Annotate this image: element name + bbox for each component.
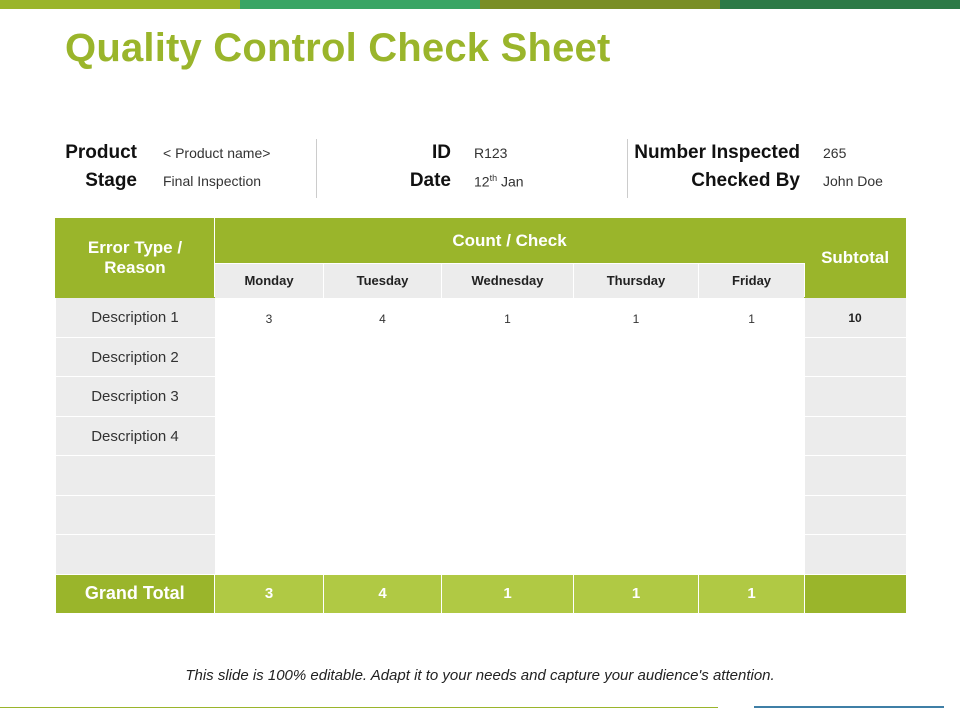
row-description: Description 2 (55, 337, 215, 377)
row-value (214, 534, 324, 575)
row-value (323, 376, 442, 417)
subtotal-header: Subtotal (804, 218, 907, 298)
row-value (698, 534, 805, 575)
table-row: Description 1 3 4 1 1 1 10 (55, 297, 906, 338)
row-value (214, 337, 324, 377)
grand-total-value: 1 (573, 574, 699, 613)
grand-total-value: 1 (441, 574, 574, 613)
date-label: Date (409, 170, 451, 191)
topbar-segment-3 (480, 0, 720, 9)
product-value: < Product name> (163, 145, 271, 161)
date-day: 12 (474, 173, 490, 190)
row-value: 1 (441, 297, 574, 338)
checked-by-value: John Doe (823, 173, 883, 189)
number-inspected-label: Number Inspected (634, 142, 800, 163)
table-row (55, 495, 906, 535)
product-label: Product (65, 142, 137, 163)
row-subtotal: 10 (804, 297, 906, 338)
row-value (441, 455, 574, 496)
row-subtotal (804, 534, 906, 575)
date-suffix: th (489, 173, 498, 183)
day-header-monday: Monday (214, 263, 324, 298)
table-row: Description 2 (55, 337, 906, 377)
row-value (441, 337, 574, 377)
row-description: Description 4 (55, 416, 215, 456)
date-month: Jan (497, 173, 524, 190)
stage-label: Stage (85, 170, 137, 191)
row-subtotal (804, 495, 906, 535)
grand-total-subtotal (804, 574, 906, 613)
row-subtotal (804, 337, 906, 377)
grand-total-value: 3 (214, 574, 324, 613)
row-value (323, 534, 442, 575)
row-subtotal (804, 376, 906, 417)
row-value: 1 (573, 297, 699, 338)
grand-total-value: 1 (697, 574, 805, 613)
table-row (55, 534, 906, 575)
check-sheet-table: Error Type / Reason Count / Check Subtot… (55, 218, 907, 613)
id-label: ID (432, 142, 451, 163)
row-value (323, 416, 442, 456)
info-separator-2 (627, 139, 628, 198)
row-value (323, 495, 442, 535)
table-row: Description 3 (55, 376, 906, 417)
row-description (55, 534, 215, 575)
number-inspected-value: 265 (823, 145, 847, 161)
checked-by-label: Checked By (691, 170, 800, 191)
row-value (573, 416, 699, 456)
row-value (214, 455, 324, 496)
day-header-thursday: Thursday (573, 263, 699, 298)
topbar-segment-1 (0, 0, 240, 9)
footer-note: This slide is 100% editable. Adapt it to… (185, 667, 775, 684)
topbar-segment-4 (720, 0, 960, 9)
row-value (698, 376, 805, 417)
row-value (323, 455, 442, 496)
topbar-segment-2 (240, 0, 480, 9)
table-row (55, 455, 906, 496)
row-value (573, 337, 699, 377)
row-value (441, 534, 574, 575)
day-header-tuesday: Tuesday (323, 263, 442, 298)
row-value (214, 416, 324, 456)
row-value (214, 376, 324, 417)
info-separator-1 (316, 139, 317, 198)
row-value (698, 495, 805, 535)
page-title: Quality Control Check Sheet (65, 26, 611, 70)
row-value: 4 (323, 297, 442, 338)
row-value (441, 376, 574, 417)
row-description (55, 455, 215, 496)
grand-total-label: Grand Total (55, 574, 215, 613)
row-subtotal (804, 416, 906, 456)
row-value: 3 (214, 297, 324, 338)
row-value (573, 534, 699, 575)
row-value (698, 416, 805, 456)
bottom-rule-accent (754, 706, 944, 708)
row-value (573, 495, 699, 535)
grand-total-row: Grand Total 3 4 1 1 1 (55, 574, 906, 613)
row-value (573, 455, 699, 496)
row-value (323, 337, 442, 377)
stage-value: Final Inspection (163, 173, 262, 189)
row-description: Description 3 (55, 376, 215, 417)
row-description: Description 1 (55, 297, 215, 338)
bottom-rule (0, 707, 718, 708)
table-row: Description 4 (55, 416, 906, 456)
row-value (214, 495, 324, 535)
row-value (441, 495, 574, 535)
row-value (698, 337, 805, 377)
error-type-header: Error Type / Reason (55, 218, 215, 298)
date-value: 12th Jan (474, 173, 524, 190)
day-header-friday: Friday (698, 263, 805, 298)
id-value: R123 (474, 145, 508, 161)
day-header-wednesday: Wednesday (441, 263, 574, 298)
row-value (441, 416, 574, 456)
row-value (698, 455, 805, 496)
row-value: 1 (698, 297, 805, 338)
row-description (55, 495, 215, 535)
row-value (573, 376, 699, 417)
count-check-header: Count / Check (213, 218, 806, 264)
row-subtotal (804, 455, 906, 496)
grand-total-value: 4 (323, 574, 442, 613)
